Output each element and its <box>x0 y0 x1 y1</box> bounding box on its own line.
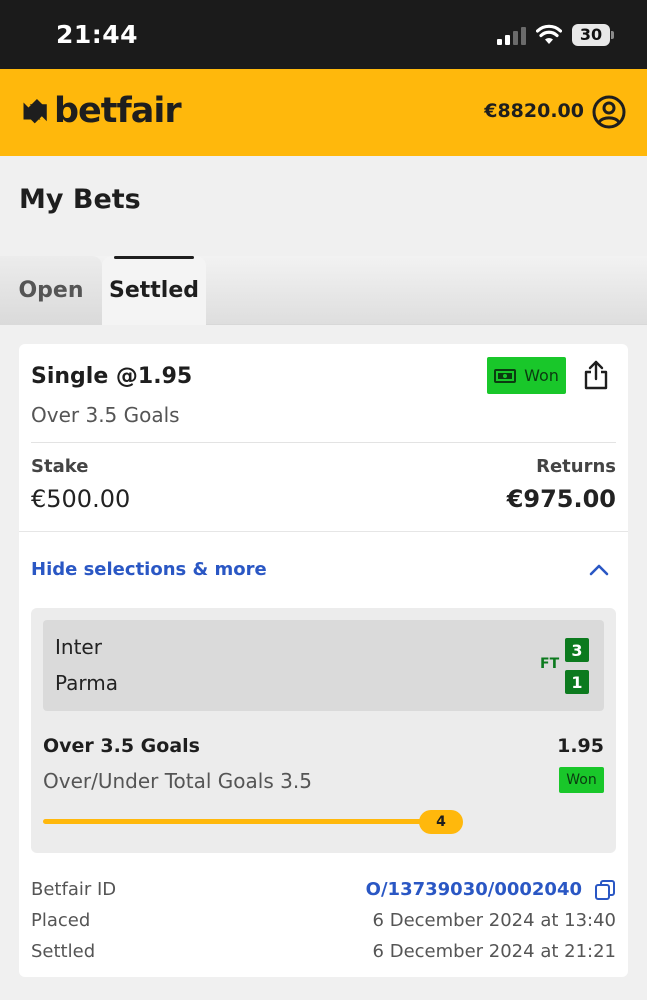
tab-open[interactable]: Open <box>0 256 102 325</box>
status-time: 21:44 <box>56 20 139 49</box>
selection-odds: 1.95 <box>557 735 604 757</box>
wifi-icon <box>536 24 562 44</box>
stake-label: Stake <box>31 456 89 477</box>
goals-progress-value: 4 <box>419 810 463 834</box>
app-header: betfair €8820.00 <box>0 69 647 156</box>
bet-title: Single @1.95 <box>31 364 193 389</box>
battery-icon: 30 <box>572 24 614 46</box>
settled-row: Settled 6 December 2024 at 21:21 <box>31 941 616 967</box>
match-period: FT <box>540 656 560 672</box>
bet-card: Single @1.95 Won Over 3.5 Goals Stake €5… <box>19 344 628 977</box>
selection-panel: Inter Parma FT 3 1 Over 3.5 Goals 1.95 O… <box>31 608 616 853</box>
account-balance[interactable]: €8820.00 <box>484 100 584 122</box>
home-score: 3 <box>565 638 589 662</box>
betfair-id-value[interactable]: O/13739030/0002040 <box>366 879 582 900</box>
placed-label: Placed <box>31 910 91 931</box>
settled-label: Settled <box>31 941 96 962</box>
betfair-id-label: Betfair ID <box>31 879 117 900</box>
status-bar: 21:44 30 <box>0 0 647 69</box>
away-team: Parma <box>55 671 119 695</box>
placed-row: Placed 6 December 2024 at 13:40 <box>31 910 616 936</box>
bet-status-label: Won <box>524 366 559 385</box>
divider <box>19 531 628 532</box>
bet-status-badge: Won <box>487 357 566 394</box>
cash-icon <box>494 368 517 383</box>
returns-label: Returns <box>536 456 616 477</box>
betfair-id-row: Betfair ID O/13739030/0002040 <box>31 879 616 905</box>
bet-market: Over 3.5 Goals <box>31 403 180 427</box>
bets-tabs: Open Settled <box>0 256 647 325</box>
share-icon[interactable] <box>583 360 609 390</box>
betfair-logo[interactable]: betfair <box>18 91 182 131</box>
selection-name: Over 3.5 Goals <box>43 735 200 757</box>
selection-status-badge: Won <box>559 767 604 793</box>
stake-value: €500.00 <box>31 485 131 513</box>
home-team: Inter <box>55 635 102 659</box>
cellular-signal-icon <box>497 27 527 45</box>
chevron-up-icon[interactable] <box>587 558 611 582</box>
logo-text: betfair <box>54 91 182 131</box>
account-icon[interactable] <box>592 95 626 129</box>
placed-value: 6 December 2024 at 13:40 <box>372 910 616 931</box>
copy-icon[interactable] <box>594 879 616 901</box>
scoreboard: Inter Parma FT 3 1 <box>43 620 604 711</box>
tab-settled[interactable]: Settled <box>102 256 206 325</box>
goals-progress-bar <box>43 819 433 824</box>
selection-market: Over/Under Total Goals 3.5 <box>43 769 312 793</box>
logo-arrows-icon <box>23 98 47 124</box>
settled-value: 6 December 2024 at 21:21 <box>372 941 616 962</box>
returns-value: €975.00 <box>506 485 616 513</box>
page-title: My Bets <box>19 184 141 215</box>
away-score: 1 <box>565 670 589 694</box>
divider <box>31 442 616 443</box>
hide-selections-link[interactable]: Hide selections & more <box>31 559 267 580</box>
